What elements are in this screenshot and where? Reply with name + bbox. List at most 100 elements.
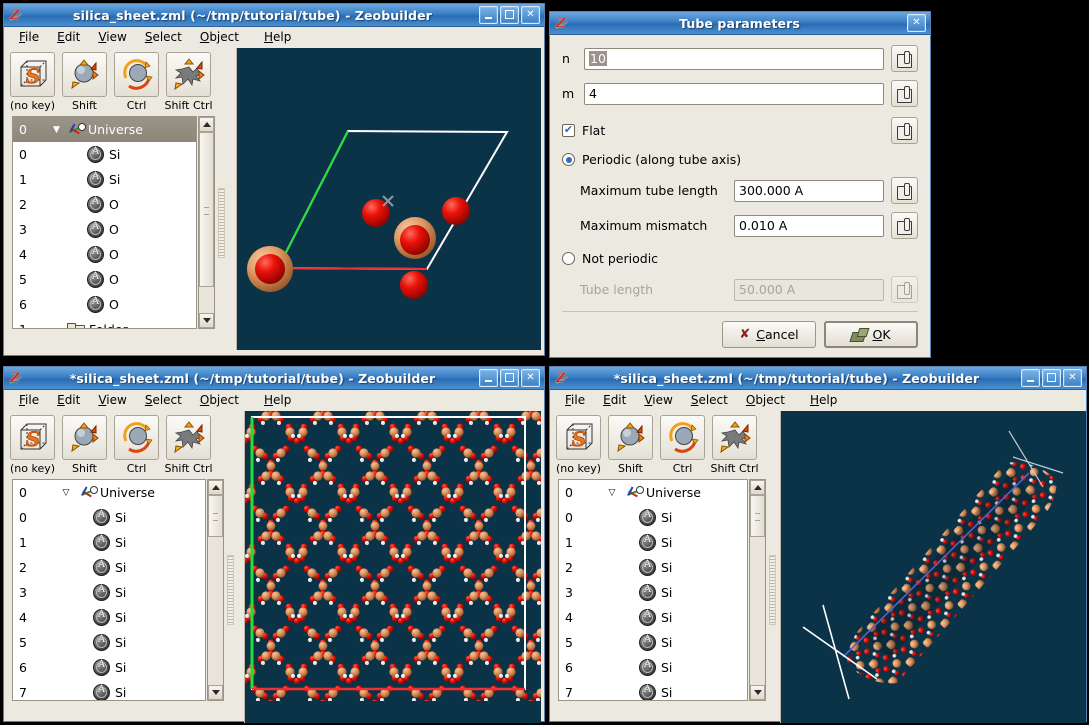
scroll-up-button[interactable] (208, 480, 223, 495)
not-periodic-radio[interactable] (562, 252, 575, 265)
tool-shift-ctrl[interactable]: Shift Ctrl (164, 415, 213, 475)
object-tree-bottom-left[interactable]: 0 ▽ Universe 0 Si 1 (12, 479, 244, 701)
minimize-button[interactable] (1021, 369, 1040, 387)
chevron-down-icon[interactable]: ▽ (53, 488, 79, 498)
table-row[interactable]: 7 Si (13, 680, 205, 700)
scroll-track[interactable] (750, 495, 765, 685)
tool-shift[interactable]: Shift (608, 415, 653, 475)
cancel-button[interactable]: ✘ Cancel (722, 321, 816, 348)
ok-button[interactable]: OK (824, 321, 918, 348)
minimize-button[interactable] (479, 369, 498, 387)
table-row[interactable]: 4 O (13, 242, 196, 267)
scroll-thumb[interactable] (750, 495, 765, 537)
menu-object[interactable]: Object (737, 392, 794, 408)
tree-list[interactable]: 0 ▼ Universe 0 Si 1 (12, 116, 197, 329)
table-row[interactable]: 5 Si (559, 630, 747, 655)
table-row[interactable]: 1 Folder (13, 317, 196, 328)
table-row[interactable]: 1 Si (13, 167, 196, 192)
tool-ctrl[interactable]: Ctrl (660, 415, 705, 475)
scroll-down-button[interactable] (208, 685, 223, 700)
scroll-down-button[interactable] (199, 313, 214, 328)
table-row[interactable]: 1 Si (13, 530, 205, 555)
scroll-up-button[interactable] (750, 480, 765, 495)
menu-view[interactable]: View (635, 392, 681, 408)
tree-row-universe[interactable]: 0 ▽ Universe (559, 480, 747, 505)
menu-file[interactable]: File (556, 392, 594, 408)
window-bottom-right[interactable]: Z *silica_sheet.zml (~/tmp/tutorial/tube… (549, 366, 1087, 723)
minimize-button[interactable] (479, 6, 498, 24)
menu-help[interactable]: Help (794, 392, 846, 408)
table-row[interactable]: 3 Si (559, 580, 747, 605)
table-row[interactable]: 6 Si (13, 655, 205, 680)
close-icon[interactable]: ✕ (907, 14, 926, 32)
toolbar-bottom-right[interactable]: S (no key) Shift Ctrl Shift Ctrl (550, 411, 780, 475)
table-row[interactable]: 2 Si (559, 555, 747, 580)
max-tube-length-pick-button[interactable] (891, 177, 918, 204)
tool-shift-ctrl[interactable]: Shift Ctrl (164, 52, 213, 112)
dialog-titlebar[interactable]: Z Tube parameters ✕ (550, 12, 930, 35)
close-button[interactable]: ✕ (521, 6, 540, 24)
menu-help[interactable]: Help (248, 29, 300, 45)
table-row[interactable]: 7 Si (559, 680, 747, 700)
m-input[interactable]: 4 (584, 82, 884, 105)
toolbar-bottom-left[interactable]: S (no key) Shift Ctrl Shift Ctrl (4, 411, 244, 475)
titlebar-bottom-right[interactable]: Z *silica_sheet.zml (~/tmp/tutorial/tube… (550, 367, 1086, 390)
tree-vertical-scrollbar[interactable] (749, 479, 766, 701)
tree-row-universe[interactable]: 0 ▽ Universe (13, 480, 205, 505)
silica-sheet-viewport[interactable] (244, 411, 541, 723)
menu-edit[interactable]: Edit (48, 392, 89, 408)
object-tree-top-left[interactable]: 0 ▼ Universe 0 Si 1 (12, 116, 236, 329)
menu-select[interactable]: Select (136, 29, 191, 45)
scroll-track[interactable] (199, 132, 214, 313)
close-button[interactable]: ✕ (521, 369, 540, 387)
tool-no-key[interactable]: S (no key) (10, 52, 55, 112)
table-row[interactable]: 2 Si (13, 555, 205, 580)
titlebar-top-left[interactable]: Z silica_sheet.zml (~/tmp/tutorial/tube)… (4, 4, 544, 27)
menu-view[interactable]: View (89, 29, 135, 45)
flat-checkbox[interactable]: ✔ (562, 124, 575, 137)
tool-ctrl[interactable]: Ctrl (114, 52, 159, 112)
table-row[interactable]: 5 O (13, 267, 196, 292)
unit-cell-viewport[interactable] (236, 48, 541, 350)
object-tree-bottom-right[interactable]: 0 ▽ Universe 0 Si 1 (558, 479, 780, 701)
max-tube-length-input[interactable]: 300.000 A (734, 179, 884, 202)
periodic-radio[interactable] (562, 153, 575, 166)
tree-list[interactable]: 0 ▽ Universe 0 Si 1 (12, 479, 206, 701)
table-row[interactable]: 0 Si (559, 505, 747, 530)
close-button[interactable]: ✕ (1063, 369, 1082, 387)
max-mismatch-input[interactable]: 0.010 A (734, 214, 884, 237)
menubar-top-left[interactable]: File Edit View Select Object Help (4, 27, 544, 48)
table-row[interactable]: 5 Si (13, 630, 205, 655)
flat-pick-button[interactable] (891, 117, 918, 144)
menu-edit[interactable]: Edit (594, 392, 635, 408)
scroll-down-button[interactable] (750, 685, 765, 700)
table-row[interactable]: 1 Si (559, 530, 747, 555)
menu-help[interactable]: Help (248, 392, 300, 408)
tube-parameters-dialog[interactable]: Z Tube parameters ✕ n 10 m 4 ✔ Flat Peri… (549, 11, 931, 358)
tool-ctrl[interactable]: Ctrl (114, 415, 159, 475)
tool-shift-ctrl[interactable]: Shift Ctrl (710, 415, 759, 475)
chevron-down-icon[interactable]: ▽ (599, 488, 625, 498)
chevron-down-icon[interactable]: ▼ (53, 125, 67, 135)
menubar-bottom-right[interactable]: File Edit View Select Object Help (550, 390, 1086, 411)
table-row[interactable]: 3 Si (13, 580, 205, 605)
menu-select[interactable]: Select (136, 392, 191, 408)
tool-shift[interactable]: Shift (62, 52, 107, 112)
tree-list[interactable]: 0 ▽ Universe 0 Si 1 (558, 479, 748, 701)
menu-select[interactable]: Select (682, 392, 737, 408)
scroll-thumb[interactable] (208, 495, 223, 537)
maximize-button[interactable] (500, 369, 519, 387)
table-row[interactable]: 6 Si (559, 655, 747, 680)
maximize-button[interactable] (500, 6, 519, 24)
table-row[interactable]: 0 Si (13, 142, 196, 167)
scroll-track[interactable] (208, 495, 223, 685)
max-mismatch-pick-button[interactable] (891, 212, 918, 239)
window-top-left[interactable]: Z silica_sheet.zml (~/tmp/tutorial/tube)… (3, 3, 545, 356)
n-input[interactable]: 10 (584, 47, 884, 70)
pane-resize-handle[interactable] (768, 479, 777, 701)
menu-object[interactable]: Object (191, 392, 248, 408)
menubar-bottom-left[interactable]: File Edit View Select Object Help (4, 390, 544, 411)
nanotube-viewport[interactable] (780, 411, 1086, 723)
menu-edit[interactable]: Edit (48, 29, 89, 45)
tree-vertical-scrollbar[interactable] (207, 479, 224, 701)
